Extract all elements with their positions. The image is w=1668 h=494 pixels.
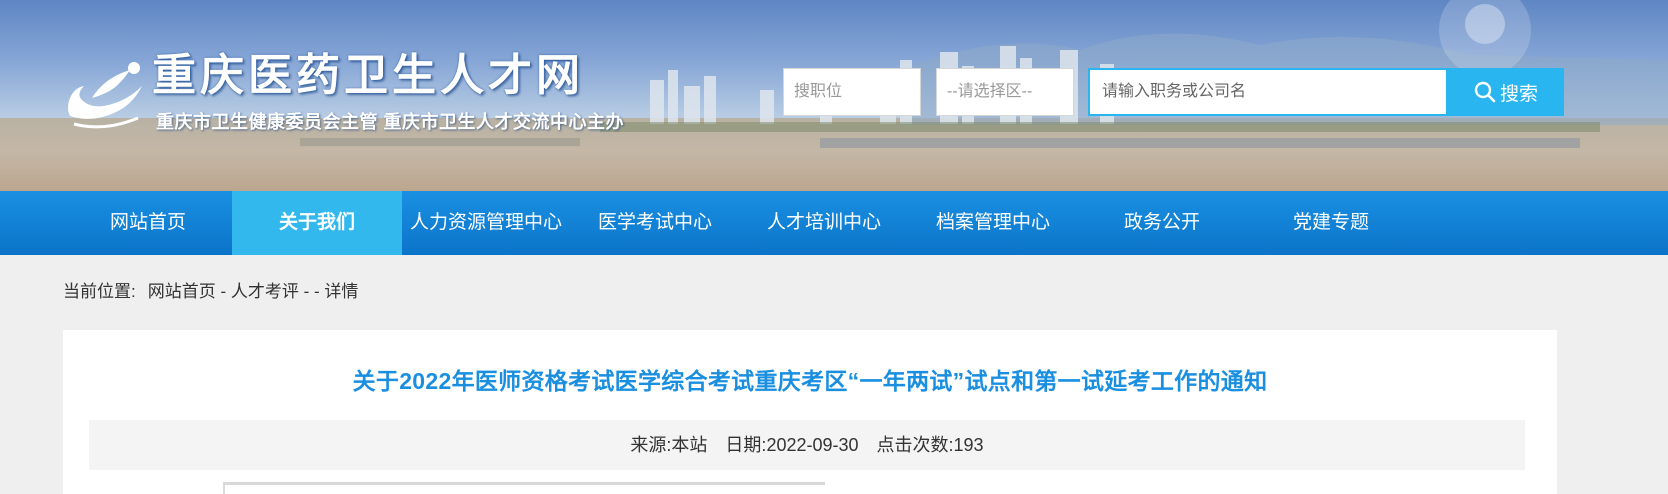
breadcrumb-home-link[interactable]: 网站首页 [148,282,216,301]
article-panel: 关于2022年医师资格考试医学综合考试重庆考区“一年两试”试点和第一试延考工作的… [63,330,1557,494]
main-nav: 网站首页 关于我们 人力资源管理中心 医学考试中心 人才培训中心 档案管理中心 … [0,191,1668,255]
breadcrumb-current: 详情 [324,282,359,301]
breadcrumb-separator: - [215,282,231,301]
article-title: 关于2022年医师资格考试医学综合考试重庆考区“一年两试”试点和第一试延考工作的… [352,368,1268,394]
breadcrumb-lead: 当前位置: [63,282,136,301]
breadcrumb-separator: - - [298,282,325,301]
clicks-label: 点击次数: [876,435,954,455]
search-button-label: 搜索 [1499,83,1538,105]
breadcrumb: 当前位置: 网站首页 - 人才考评 - - 详情 [63,277,358,302]
date-label: 日期: [725,435,767,455]
keyword-search-input[interactable] [1090,70,1446,114]
search-icon [1474,81,1496,103]
source-label: 来源: [630,435,672,455]
source-value: 本站 [671,435,708,455]
nav-item-gov-affairs[interactable]: 政务公开 [1077,191,1247,255]
nav-item-medical-exam[interactable]: 医学考试中心 [570,191,740,255]
nav-item-home[interactable]: 网站首页 [63,191,233,255]
nav-item-party-topic[interactable]: 党建专题 [1246,191,1416,255]
area-select[interactable]: --请选择区-- [936,68,1074,116]
job-type-select[interactable]: 搜职位 [783,68,921,116]
bird-logo-icon [68,62,142,129]
search-button[interactable]: 搜索 [1448,68,1564,116]
clicks-value: 193 [953,435,984,455]
header-banner: 重庆医药卫生人才网 重庆市卫生健康委员会主管 重庆市卫生人才交流中心主办 搜职位… [0,0,1668,191]
keyword-search-box [1088,68,1448,116]
document-preview-frame [223,482,825,494]
nav-item-archives[interactable]: 档案管理中心 [908,191,1078,255]
article-meta: 来源:本站 日期:2022-09-30 点击次数:193 [89,420,1525,470]
nav-item-training[interactable]: 人才培训中心 [739,191,909,255]
nav-item-about-us[interactable]: 关于我们 [232,191,402,255]
site-title: 重庆医药卫生人才网 [152,50,584,101]
nav-item-hr-center[interactable]: 人力资源管理中心 [401,191,571,255]
breadcrumb-section-link[interactable]: 人才考评 [231,282,299,301]
date-value: 2022-09-30 [766,435,859,455]
site-subtitle: 重庆市卫生健康委员会主管 重庆市卫生人才交流中心主办 [156,112,624,132]
